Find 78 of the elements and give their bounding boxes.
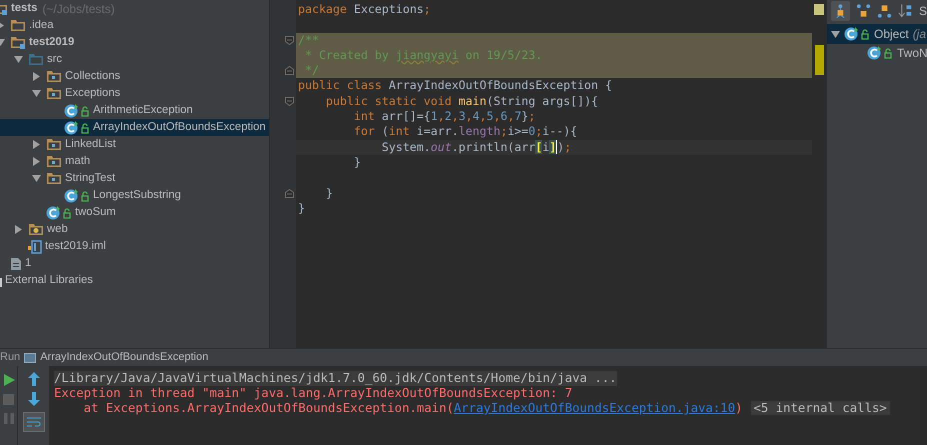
- console-error: Exception in thread "main" java.lang.ArrayIndexOutOfBoundsException: 7: [54, 386, 572, 401]
- tree-item[interactable]: LinkedList: [0, 136, 269, 153]
- tree-item[interactable]: ArithmeticException: [0, 102, 269, 119]
- class-icon: [64, 120, 90, 134]
- console-error: at Exceptions.ArrayIndexOutOfBoundsException.main(ArrayIndexOutOfBoundsException.java:10) <5 internal calls>: [54, 401, 890, 416]
- tree-item[interactable]: test2019.iml: [0, 238, 269, 255]
- hierarchy-item[interactable]: TwoN: [827, 44, 927, 62]
- source-link[interactable]: ArrayIndexOutOfBoundsException.java:10: [454, 401, 736, 415]
- fold-icon[interactable]: [285, 36, 294, 45]
- run-tab[interactable]: ArrayIndexOutOfBoundsException: [40, 349, 208, 366]
- fold-icon[interactable]: [285, 96, 294, 106]
- tree-item[interactable]: src: [0, 51, 269, 68]
- folder-icon: [28, 223, 44, 236]
- sort-icon[interactable]: [898, 3, 913, 19]
- tree-item[interactable]: 1: [0, 255, 269, 272]
- class-icon: [844, 27, 870, 41]
- expanded-arrow-icon[interactable]: [32, 89, 40, 98]
- code-line: }: [352, 154, 361, 170]
- collapsed-arrow-icon[interactable]: [32, 140, 40, 149]
- package-hint: (ja: [912, 26, 926, 43]
- tree-item[interactable]: math: [0, 153, 269, 170]
- scope-label[interactable]: S: [919, 2, 927, 20]
- tree-item[interactable]: LongestSubstring: [0, 187, 269, 204]
- code-line: System.out.println(arr[i]);: [380, 140, 572, 155]
- tree-item[interactable]: Exceptions: [0, 85, 269, 102]
- tree-item[interactable]: test2019: [0, 34, 269, 51]
- up-arrow-icon[interactable]: [28, 372, 40, 386]
- tree-item[interactable]: web: [0, 221, 269, 238]
- class-icon: [64, 104, 90, 118]
- code-editor[interactable]: [270, 0, 826, 348]
- fold-icon[interactable]: [285, 188, 294, 198]
- hierarchy-item[interactable]: Object (ja: [827, 24, 927, 44]
- code-line: public class ArrayIndexOutOfBoundsException {: [298, 78, 612, 94]
- code-line: }: [298, 200, 305, 216]
- code-line: */: [304, 63, 319, 78]
- tree-item[interactable]: .idea: [0, 17, 269, 34]
- folder-icon: [46, 155, 62, 168]
- folder-icon: [10, 36, 26, 49]
- code-line: for (int i=arr.length;i>=0;i--){: [352, 124, 578, 140]
- folder-icon: [28, 53, 44, 66]
- module-file-icon: [28, 240, 42, 254]
- down-arrow-icon[interactable]: [28, 392, 40, 406]
- scroll-marker[interactable]: [814, 45, 824, 75]
- tree-item[interactable]: twoSum: [0, 204, 269, 221]
- class-icon: [46, 206, 72, 220]
- class-icon: [867, 46, 893, 60]
- class-icon: [64, 188, 90, 202]
- code-line: * Created by jiangyayi on 19/5/23.: [304, 48, 542, 64]
- expanded-arrow-icon[interactable]: [32, 174, 40, 183]
- subtypes-icon[interactable]: [856, 3, 871, 19]
- folder-icon: [10, 19, 26, 32]
- collapsed-arrow-icon[interactable]: [32, 157, 40, 166]
- run-config-icon: [24, 352, 36, 362]
- tree-item[interactable]: Collections: [0, 68, 269, 85]
- console-command: /Library/Java/JavaVirtualMachines/jdk1.7.0_60.jdk/Contents/Home/bin/java ...: [54, 371, 617, 386]
- code-line: int arr[]={1,2,3,4,5,6,7};: [352, 109, 536, 124]
- code-line: public static void main(String args[]){: [324, 94, 598, 110]
- collapsed-arrow-icon[interactable]: [14, 225, 22, 234]
- code-line: /**: [298, 32, 319, 48]
- supertypes-icon[interactable]: [831, 1, 850, 21]
- folder-icon: [46, 70, 62, 83]
- tree-item[interactable]: StringTest: [0, 170, 269, 187]
- fold-icon[interactable]: [285, 66, 294, 76]
- panel-title: Run: [0, 350, 20, 366]
- code-line: }: [324, 186, 333, 201]
- collapsed-arrow-icon[interactable]: [32, 72, 40, 81]
- folder-icon: [46, 87, 62, 100]
- folder-icon: [46, 172, 62, 185]
- code-line: package Exceptions;: [298, 2, 431, 18]
- run-icon[interactable]: [2, 374, 14, 386]
- soft-wrap-icon[interactable]: [22, 412, 44, 432]
- expanded-arrow-icon[interactable]: [831, 30, 840, 38]
- file-icon: [10, 256, 22, 270]
- tree-item[interactable]: ArrayIndexOutOfBoundsException: [0, 119, 269, 136]
- folder-icon: [46, 138, 62, 151]
- hierarchy-icon[interactable]: [876, 3, 892, 19]
- tree-item[interactable]: External Libraries: [0, 272, 269, 289]
- expanded-arrow-icon[interactable]: [14, 55, 22, 64]
